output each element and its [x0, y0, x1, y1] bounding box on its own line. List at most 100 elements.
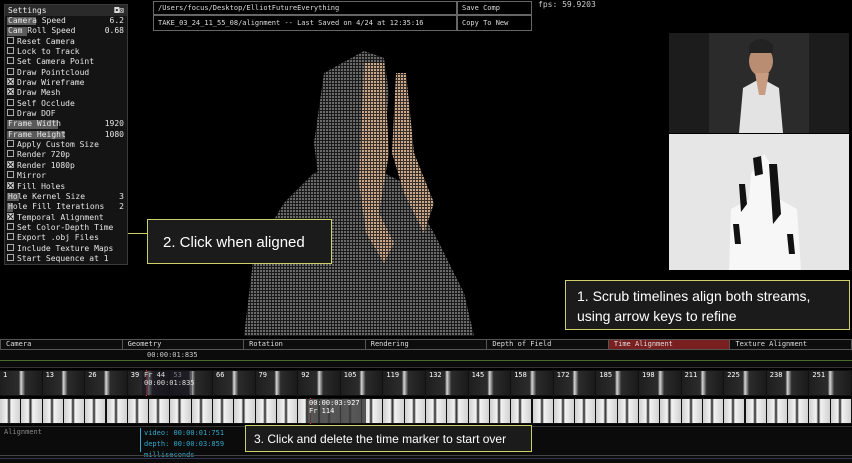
depth-frame-thumbnail	[660, 399, 681, 423]
frame-number: 198	[642, 371, 655, 379]
depth-frame-thumbnail	[213, 399, 234, 423]
frame-number: 1	[3, 371, 8, 379]
settings-toggle[interactable]: Fill Holes	[5, 181, 127, 192]
settings-slider[interactable]: Frame Width 1920	[5, 119, 127, 129]
depth-frame-thumbnail	[809, 399, 830, 423]
settings-toggle[interactable]: Draw Wireframe	[5, 78, 127, 88]
frame-number: 39	[130, 371, 140, 379]
settings-toggle[interactable]: Render 1080p	[5, 160, 127, 171]
depth-frame-thumbnail	[383, 399, 404, 423]
settings-toggle[interactable]: Self Occlude	[5, 98, 127, 109]
toggle-label: Set Color-Depth Time	[17, 222, 114, 232]
composition-status: TAKE_03_24_11_55_08/alignment -- Last Sa…	[153, 15, 457, 31]
save-comp-button[interactable]: Save Comp	[457, 1, 532, 15]
settings-toggle[interactable]: Reset Camera	[5, 36, 127, 47]
settings-toggle[interactable]: Mirror	[5, 171, 127, 181]
color-time-marker[interactable]: Fr 44 00:00:01:835	[142, 371, 195, 395]
depth-frame-thumbnail	[170, 399, 191, 423]
checkbox-checked-icon[interactable]	[7, 181, 14, 189]
checkbox-icon[interactable]	[7, 47, 14, 55]
settings-toggle[interactable]: Include Texture Maps	[5, 243, 127, 254]
depth-frame-thumbnail	[21, 399, 42, 423]
depth-person-image	[669, 134, 849, 270]
settings-slider[interactable]: Frame Height 1080	[5, 130, 127, 140]
depth-frame-thumbnail	[788, 399, 809, 423]
tab-rendering[interactable]: Rendering	[364, 339, 487, 350]
checkbox-icon[interactable]	[7, 57, 14, 65]
frame-number: 172	[556, 371, 570, 379]
depth-frame-thumbnail	[404, 399, 425, 423]
depth-frame-thumbnail	[468, 399, 489, 423]
checkbox-icon[interactable]	[7, 36, 14, 44]
ruler-time: 00:00:01:835	[147, 351, 198, 359]
tab-depth-of-field[interactable]: Depth of Field	[486, 339, 608, 350]
slider-label: Camera Speed	[8, 16, 66, 25]
depth-frame-thumbnail	[681, 399, 702, 423]
slider-label: Frame Width	[8, 119, 61, 129]
slider-value: 0.68	[104, 26, 124, 36]
tab-rotation[interactable]: Rotation	[243, 339, 365, 350]
alignment-marker[interactable]: video: 00:00:01:751 depth: 00:00:03:859 …	[140, 428, 250, 459]
settings-toggle[interactable]: Draw DOF	[5, 109, 127, 119]
settings-toggle[interactable]: Temporal Alignment	[5, 212, 127, 223]
depth-timeline[interactable]	[0, 398, 852, 424]
color-timeline[interactable]: 1132639536679921051191321451581721851982…	[0, 370, 852, 396]
toggle-label: Start Sequence at 1	[17, 253, 109, 263]
checkbox-icon[interactable]	[7, 243, 14, 251]
checkbox-icon[interactable]	[7, 171, 14, 179]
slider-label: Hole Kernel Size	[8, 191, 86, 201]
settings-slider[interactable]: Hole Kernel Size 3	[5, 192, 127, 202]
settings-toggle[interactable]: Set Camera Point	[5, 57, 127, 67]
time-ruler[interactable]: 00:00:01:835	[0, 350, 852, 368]
depth-time-marker[interactable]: 00:00:03:927 Fr 114	[306, 399, 366, 423]
checkbox-icon[interactable]	[7, 150, 14, 158]
checkbox-checked-icon[interactable]	[7, 160, 14, 168]
toggle-label: Draw Mesh	[17, 88, 61, 98]
tab-geometry[interactable]: Geometry	[121, 339, 244, 350]
toggle-label: Include Texture Maps	[17, 243, 114, 253]
checkbox-icon[interactable]	[7, 222, 14, 230]
depth-frame-thumbnail	[532, 399, 553, 423]
depth-stream-preview	[669, 134, 849, 270]
settings-toggle[interactable]: Lock to Track	[5, 47, 127, 57]
settings-slider[interactable]: Hole Fill Iterations 2	[5, 202, 127, 212]
depth-frame-thumbnail	[489, 399, 511, 423]
depth-frame-thumbnail	[0, 399, 21, 423]
frame-number: 158	[514, 371, 527, 379]
checkbox-checked-icon[interactable]	[7, 78, 14, 86]
settings-header[interactable]: Settings ◘⊠	[5, 5, 127, 16]
depth-frame-thumbnail	[575, 399, 596, 423]
checkbox-icon[interactable]	[7, 109, 14, 117]
copy-to-new-button[interactable]: Copy To New	[457, 15, 532, 31]
checkbox-icon[interactable]	[7, 140, 14, 148]
checkbox-icon[interactable]	[7, 233, 14, 241]
checkbox-icon[interactable]	[7, 253, 14, 261]
tab-time-alignment[interactable]: Time Alignment	[607, 339, 730, 350]
checkbox-icon[interactable]	[7, 98, 14, 106]
color-stream-preview	[669, 33, 849, 133]
settings-toggle[interactable]: Set Color-Depth Time	[5, 222, 127, 233]
checkbox-checked-icon[interactable]	[7, 88, 14, 96]
settings-slider[interactable]: Camera Speed 6.2	[5, 16, 127, 26]
settings-toggle[interactable]: Export .obj Files	[5, 233, 127, 243]
depth-frame-thumbnail	[63, 399, 85, 423]
tab-camera[interactable]: Camera	[0, 339, 122, 350]
toggle-label: Apply Custom Size	[17, 140, 99, 150]
settings-toggle[interactable]: Apply Custom Size	[5, 140, 127, 150]
settings-toggle[interactable]: Draw Mesh	[5, 88, 127, 98]
checkbox-checked-icon[interactable]	[7, 212, 14, 220]
fps-readout: fps: 59.9203	[538, 0, 596, 9]
tab-texture-alignment[interactable]: Texture Alignment	[729, 339, 852, 350]
toggle-label: Self Occlude	[17, 98, 75, 108]
depth-frame-thumbnail	[639, 399, 660, 423]
settings-toggle[interactable]: Start Sequence at 1	[5, 253, 127, 264]
checkbox-icon[interactable]	[7, 67, 14, 75]
depth-frame-thumbnail	[553, 399, 575, 423]
settings-slider[interactable]: Cam Roll Speed 0.68	[5, 26, 127, 36]
settings-toggle[interactable]: Render 720p	[5, 150, 127, 160]
settings-toggle[interactable]: Draw Pointcloud	[5, 67, 127, 78]
color-marker-frame: Fr 44	[144, 371, 166, 379]
toggle-label: Draw DOF	[17, 109, 56, 119]
pin-icon[interactable]: ◘⊠	[114, 5, 124, 16]
depth-frame-thumbnail	[766, 399, 788, 423]
